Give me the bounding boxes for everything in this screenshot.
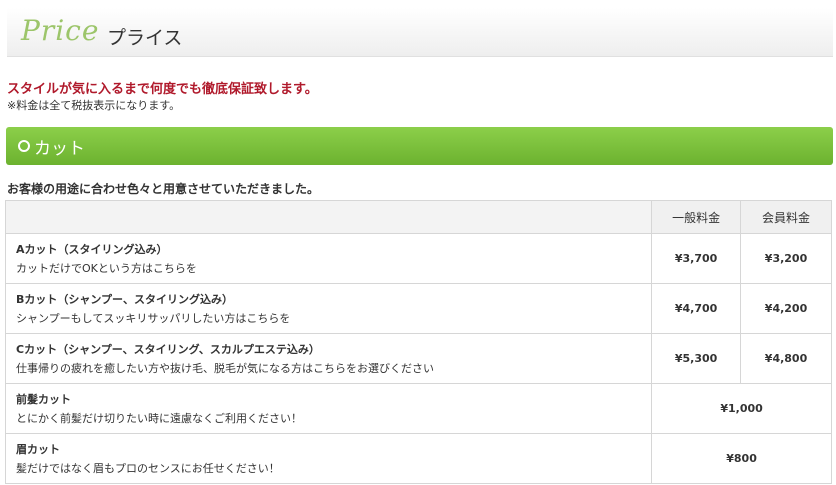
member-price: ¥4,800 — [740, 333, 832, 384]
table-row: 眉カット 髪だけではなく眉もプロのセンスにお任せください！ ¥800 — [4, 433, 832, 484]
menu-desc: 髪だけではなく眉もプロのセンスにお任せください！ — [16, 462, 280, 475]
menu-name: Cカット（シャンプー、スタイリング、スカルプエステ込み） — [16, 343, 320, 356]
menu-name: 眉カット — [16, 443, 60, 456]
member-price: ¥4,200 — [740, 283, 832, 334]
section-title: カット — [34, 139, 85, 159]
section-subtitle: お客様の用途に合わせ色々と用意させていただきました。 — [7, 182, 320, 196]
table-row: Cカット（シャンプー、スタイリング、スカルプエステ込み） 仕事帰りの疲れを癒した… — [4, 333, 832, 384]
table-header-regular: 一般料金 — [651, 200, 742, 234]
menu-desc: 仕事帰りの疲れを癒したい方や抜け毛、脱毛が気になる方はこちらをお選びください — [16, 362, 434, 375]
menu-name: Aカット（スタイリング込み） — [16, 243, 168, 256]
row-description: 眉カット 髪だけではなく眉もプロのセンスにお任せください！ — [4, 433, 653, 484]
section-header-cut: カット — [6, 127, 833, 165]
row-description: Aカット（スタイリング込み） カットだけでOKという方はこちらを — [4, 233, 653, 284]
menu-desc: カットだけでOKという方はこちらを — [16, 262, 197, 275]
tax-note: ※料金は全て税抜表示になります。 — [7, 99, 181, 112]
circle-icon — [18, 140, 30, 152]
table-row: Bカット（シャンプー、スタイリング込み） シャンプーもしてスッキリサッパリしたい… — [4, 283, 832, 334]
menu-name: Bカット（シャンプー、スタイリング込み） — [16, 293, 233, 306]
regular-price: ¥5,300 — [651, 333, 742, 384]
menu-name: 前髪カット — [16, 393, 71, 406]
guarantee-notice: スタイルが気に入るまで何度でも徹底保証致します。 — [7, 82, 318, 97]
row-description: Bカット（シャンプー、スタイリング込み） シャンプーもしてスッキリサッパリしたい… — [4, 283, 653, 334]
menu-desc: とにかく前髪だけ切りたい時に遠慮なくご利用ください！ — [16, 412, 302, 425]
flat-price: ¥800 — [651, 433, 832, 484]
price-script-title: Price — [21, 14, 100, 47]
flat-price: ¥1,000 — [651, 383, 832, 434]
row-description: 前髪カット とにかく前髪だけ切りたい時に遠慮なくご利用ください！ — [4, 383, 653, 434]
table-header-blank — [4, 200, 653, 234]
member-price: ¥3,200 — [740, 233, 832, 284]
menu-desc: シャンプーもしてスッキリサッパリしたい方はこちらを — [16, 312, 291, 325]
table-header-row: 一般料金 会員料金 — [4, 200, 832, 234]
page-title: プライス — [107, 27, 183, 49]
regular-price: ¥4,700 — [651, 283, 742, 334]
table-row: Aカット（スタイリング込み） カットだけでOKという方はこちらを ¥3,700 … — [4, 233, 832, 284]
page-header: Price プライス — [7, 8, 833, 57]
table-row: 前髪カット とにかく前髪だけ切りたい時に遠慮なくご利用ください！ ¥1,000 — [4, 383, 832, 434]
regular-price: ¥3,700 — [651, 233, 742, 284]
table-header-member: 会員料金 — [740, 200, 832, 234]
row-description: Cカット（シャンプー、スタイリング、スカルプエステ込み） 仕事帰りの疲れを癒した… — [4, 333, 653, 384]
price-table: 一般料金 会員料金 Aカット（スタイリング込み） カットだけでOKという方はこち… — [4, 200, 832, 484]
